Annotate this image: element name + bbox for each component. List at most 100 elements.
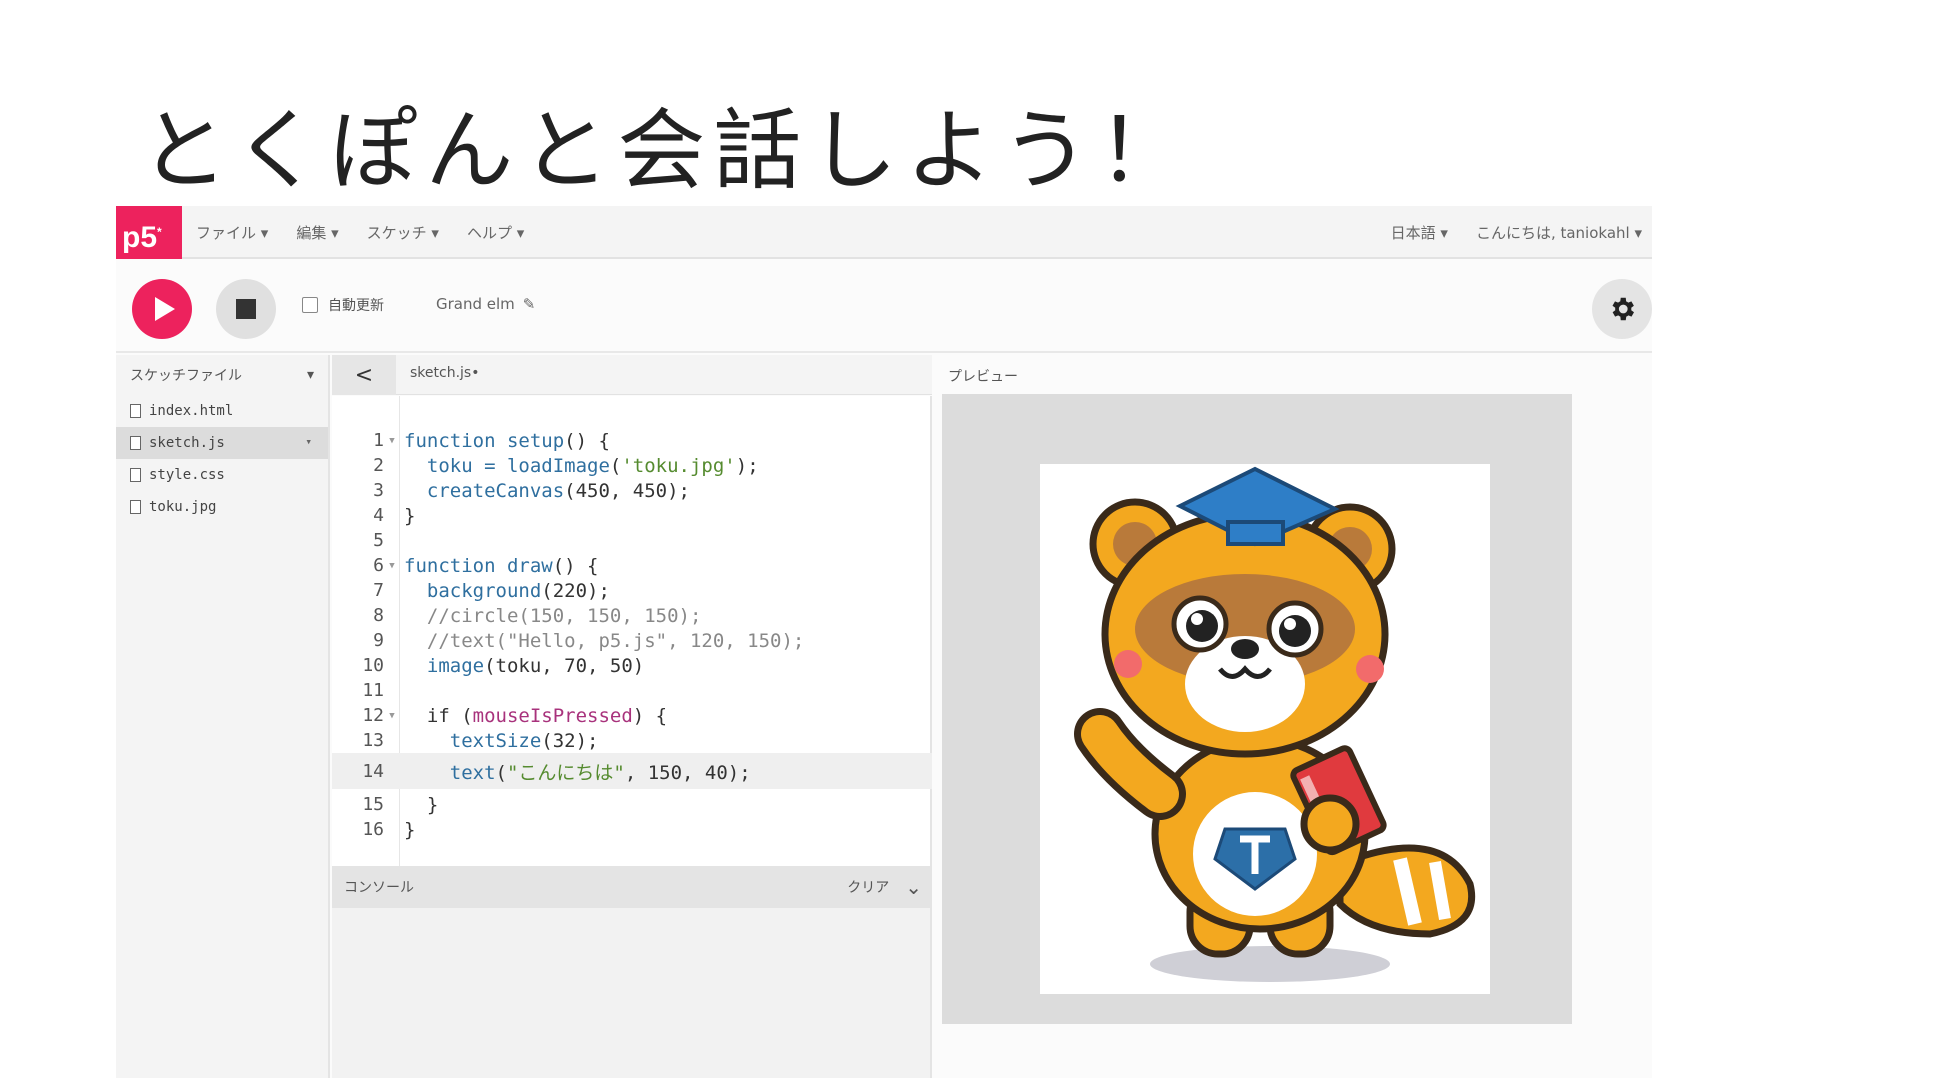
code-token: function <box>404 429 496 452</box>
code-token: function <box>404 554 496 577</box>
file-name: toku.jpg <box>149 499 217 515</box>
line-number: 1 <box>373 430 384 451</box>
line-number: 11 <box>362 680 384 701</box>
gear-icon <box>1612 297 1634 321</box>
code-comment: //text("Hello, p5.js", 120, 150); <box>404 629 805 652</box>
code-token: textSize <box>404 729 542 752</box>
code-line[interactable]: 11 <box>332 678 932 703</box>
line-number: 5 <box>373 530 384 551</box>
menu-sketch[interactable]: スケッチ ▾ <box>367 222 439 243</box>
file-item-toku-jpg[interactable]: toku.jpg <box>116 491 328 523</box>
code-line[interactable]: 9 //text("Hello, p5.js", 120, 150); <box>332 628 932 653</box>
user-menu[interactable]: こんにちは, taniokahl ▾ <box>1476 222 1642 243</box>
line-number: 12 <box>362 705 384 726</box>
collapse-sidebar-button[interactable]: < <box>332 355 396 395</box>
sketch-name-text: Grand elm <box>436 295 515 313</box>
p5-editor-window: p5* ファイル ▾ 編集 ▾ スケッチ ▾ ヘルプ ▾ 日本語 ▾ こんにちは… <box>116 206 1652 1078</box>
code-token: 'toku.jpg' <box>621 454 736 477</box>
code-editor[interactable]: 1 ▼ function setup() { 2 toku = loadImag… <box>332 396 932 866</box>
sketch-name[interactable]: Grand elm ✎ <box>436 295 535 313</box>
code-line-active[interactable]: 14 text("こんにちは", 150, 40); <box>332 753 932 789</box>
tanuki-mascot-image <box>1040 464 1490 994</box>
fold-arrow-icon[interactable]: ▼ <box>384 436 400 446</box>
code-token: (220); <box>541 579 610 602</box>
code-token: , 150, 40); <box>624 761 751 784</box>
nav-right: 日本語 ▾ こんにちは, taniokahl ▾ <box>1391 206 1642 259</box>
code-line[interactable]: 3 createCanvas(450, 450); <box>332 478 932 503</box>
file-item-sketch-js[interactable]: sketch.js ▾ <box>116 427 328 459</box>
code-token: () { <box>552 554 599 577</box>
line-number: 9 <box>373 630 384 651</box>
chevron-left-icon: < <box>354 362 374 388</box>
line-number: 14 <box>362 760 384 782</box>
p5-logo[interactable]: p5* <box>116 206 182 259</box>
console-header: コンソール クリア ⌄ <box>332 866 932 908</box>
code-line[interactable]: 12 ▼ if (mouseIsPressed) { <box>332 703 932 728</box>
code-line[interactable]: 2 toku = loadImage('toku.jpg'); <box>332 453 932 478</box>
file-item-style-css[interactable]: style.css <box>116 459 328 491</box>
code-line[interactable]: 13 textSize(32); <box>332 728 932 753</box>
line-number: 2 <box>373 455 384 476</box>
line-number: 13 <box>362 730 384 751</box>
console-label: コンソール <box>344 880 414 896</box>
code-token: toku = <box>404 454 507 477</box>
nav-menu: ファイル ▾ 編集 ▾ スケッチ ▾ ヘルプ ▾ <box>196 206 524 259</box>
console-clear-button[interactable]: クリア <box>847 877 889 897</box>
code-line[interactable]: 16 } <box>332 817 932 842</box>
nav-bar: p5* ファイル ▾ 編集 ▾ スケッチ ▾ ヘルプ ▾ 日本語 ▾ こんにちは… <box>116 206 1652 259</box>
file-options-caret-icon[interactable]: ▾ <box>305 435 312 448</box>
pencil-icon[interactable]: ✎ <box>523 295 536 313</box>
file-icon <box>130 500 141 514</box>
line-number: 4 <box>373 505 384 526</box>
language-menu[interactable]: 日本語 ▾ <box>1391 222 1448 243</box>
menu-help[interactable]: ヘルプ ▾ <box>467 222 524 243</box>
code-text: } <box>404 793 439 816</box>
code-token: ( <box>609 454 622 477</box>
fold-arrow-icon[interactable]: ▼ <box>384 711 400 721</box>
file-name: index.html <box>149 403 234 419</box>
settings-button[interactable] <box>1592 279 1652 339</box>
code-line[interactable]: 8 //circle(150, 150, 150); <box>332 603 932 628</box>
code-token: image <box>404 654 485 677</box>
sidebar-caret-icon[interactable]: ▾ <box>307 367 314 383</box>
code-text: image(toku, 70, 50) <box>400 655 644 677</box>
code-token: (32); <box>541 729 599 752</box>
code-token: draw <box>495 554 553 577</box>
code-token: () { <box>564 429 610 452</box>
file-item-index-html[interactable]: index.html <box>116 395 328 427</box>
logo-mark: * <box>157 225 162 239</box>
stop-button[interactable] <box>216 279 276 339</box>
line-number: 7 <box>373 580 384 601</box>
code-token: "こんにちは" <box>506 761 625 784</box>
console-output[interactable] <box>332 908 932 1078</box>
code-text: background(220); <box>400 580 610 602</box>
code-line[interactable]: 4 } <box>332 503 932 528</box>
line-number: 8 <box>373 605 384 626</box>
code-line[interactable]: 7 background(220); <box>332 578 932 603</box>
menu-file[interactable]: ファイル ▾ <box>196 222 268 243</box>
code-token: (toku, 70, 50) <box>484 654 645 677</box>
code-token: ); <box>735 454 759 477</box>
editor-tab-sketch-js[interactable]: sketch.js• <box>410 365 479 381</box>
file-icon <box>130 404 141 418</box>
code-line[interactable]: 5 <box>332 528 932 553</box>
code-token: (450, 450); <box>564 479 690 502</box>
file-icon <box>130 436 141 450</box>
chevron-down-icon[interactable]: ⌄ <box>905 875 922 899</box>
play-button[interactable] <box>132 279 192 339</box>
preview-canvas[interactable] <box>942 394 1572 1024</box>
code-token: loadImage <box>506 454 610 477</box>
code-line[interactable]: 1 ▼ function setup() { <box>332 428 932 453</box>
fold-arrow-icon[interactable]: ▼ <box>384 561 400 571</box>
code-text: createCanvas(450, 450); <box>400 480 690 502</box>
code-text: function draw() { <box>400 555 598 577</box>
autorefresh-toggle[interactable]: 自動更新 <box>302 295 384 315</box>
code-line[interactable]: 15 } <box>332 792 932 817</box>
code-line[interactable]: 10 image(toku, 70, 50) <box>332 653 932 678</box>
menu-edit[interactable]: 編集 ▾ <box>296 222 338 243</box>
sidebar-header[interactable]: スケッチファイル ▾ <box>116 355 328 395</box>
autorefresh-checkbox[interactable] <box>302 297 318 313</box>
code-line[interactable]: 6 ▼ function draw() { <box>332 553 932 578</box>
logo-text: p5 <box>122 221 158 254</box>
code-text: if (mouseIsPressed) { <box>400 705 667 727</box>
